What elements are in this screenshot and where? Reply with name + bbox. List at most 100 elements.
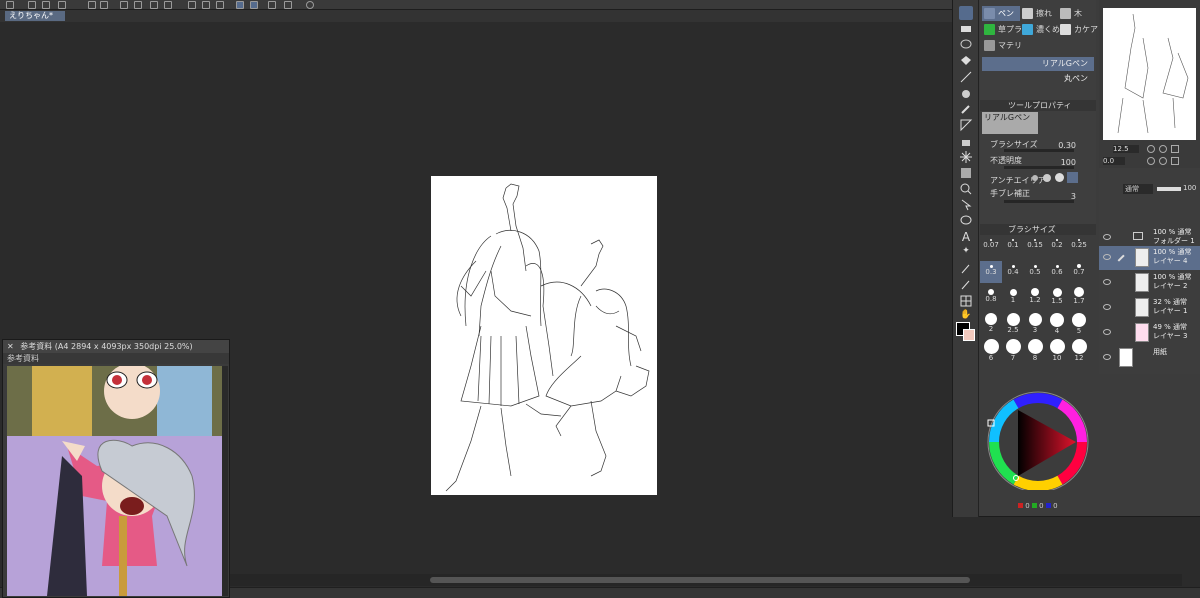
reference-scrollbar[interactable] xyxy=(222,366,228,596)
new-file-icon[interactable] xyxy=(28,1,36,9)
select-all-icon[interactable] xyxy=(202,1,210,9)
zoom-in-icon[interactable] xyxy=(1159,145,1167,153)
pen2-tool-icon[interactable] xyxy=(959,278,973,292)
snap-ruler-icon[interactable] xyxy=(236,1,244,9)
antialias-strong-icon[interactable] xyxy=(1067,172,1078,183)
brush-size-7[interactable]: 7 xyxy=(1002,339,1024,362)
canvas-horizontal-scrollbar[interactable] xyxy=(230,574,1182,586)
fill-tool-icon[interactable] xyxy=(959,54,973,68)
horizontal-scroll-thumb[interactable] xyxy=(430,577,970,583)
subtool-tab-scratch[interactable]: 擦れ xyxy=(1020,6,1058,21)
snap-grid-icon[interactable] xyxy=(268,1,276,9)
snap-special-icon[interactable] xyxy=(250,1,258,9)
layer-row-4[interactable]: 100 % 通常 レイヤー 4 xyxy=(1099,246,1200,270)
pen-tool-icon[interactable] xyxy=(959,6,973,20)
rotate-left-icon[interactable] xyxy=(1147,157,1155,165)
layer-row-paper[interactable]: 用紙 xyxy=(1099,346,1200,370)
layer-opacity-value[interactable]: 100 xyxy=(1183,184,1196,192)
eye-icon[interactable] xyxy=(1103,304,1111,310)
subtool-tab-pen[interactable]: ペン xyxy=(982,6,1020,21)
brush-size-1[interactable]: 1 xyxy=(1002,287,1024,309)
stabilization-slider[interactable] xyxy=(1004,200,1074,203)
ruler-tool-icon[interactable] xyxy=(959,118,973,132)
eraser-tool-icon[interactable] xyxy=(959,22,973,36)
eye-icon[interactable] xyxy=(1103,279,1111,285)
deselect-icon[interactable] xyxy=(188,1,196,9)
brush-size-8[interactable]: 8 xyxy=(1024,339,1046,362)
brush-size-01[interactable]: 0.1 xyxy=(1002,235,1024,257)
gradient-tool-icon[interactable] xyxy=(959,166,973,180)
eye-icon[interactable] xyxy=(1103,329,1111,335)
brush-size-07[interactable]: 0.7 xyxy=(1068,261,1090,283)
move-tool-icon[interactable] xyxy=(959,198,973,212)
brush-size-2[interactable]: 2 xyxy=(980,313,1002,335)
save-icon[interactable] xyxy=(58,1,66,9)
brush-size-007[interactable]: 0.07 xyxy=(980,235,1002,257)
antialias-mid-icon[interactable] xyxy=(1055,173,1064,182)
brush-size-05[interactable]: 0.5 xyxy=(1024,261,1046,283)
blend-mode-select[interactable]: 通常 xyxy=(1123,184,1153,194)
brush-size-12[interactable]: 1.2 xyxy=(1024,287,1046,309)
brush-size-5[interactable]: 5 xyxy=(1068,313,1090,335)
airbrush-tool-icon[interactable] xyxy=(959,134,973,148)
invert-icon[interactable] xyxy=(216,1,224,9)
brush-size-3[interactable]: 3 xyxy=(1024,313,1046,335)
brush-size-15[interactable]: 1.5 xyxy=(1046,287,1068,309)
rotate-right-icon[interactable] xyxy=(1159,157,1167,165)
layer-row-3[interactable]: 49 % 通常 レイヤー 3 xyxy=(1099,321,1200,345)
lasso-tool-icon[interactable] xyxy=(959,38,973,52)
zoom-tool-icon[interactable] xyxy=(959,182,973,196)
brush-size-025[interactable]: 0.25 xyxy=(1068,235,1090,257)
zoom-out-icon[interactable] xyxy=(1147,145,1155,153)
clear-icon[interactable] xyxy=(134,1,142,9)
opacity-slider[interactable] xyxy=(1004,166,1074,169)
antialias-none-icon[interactable] xyxy=(1032,175,1038,181)
open-file-icon[interactable] xyxy=(42,1,50,9)
close-icon[interactable]: ✕ xyxy=(7,342,14,351)
navigator-thumbnail[interactable] xyxy=(1103,8,1196,140)
reference-window-title[interactable]: ✕ 参考資料 (A4 2894 x 4093px 350dpi 25.0%) xyxy=(3,340,229,353)
brush-item[interactable]: 丸ペン xyxy=(982,72,1094,86)
line-tool-icon[interactable] xyxy=(959,70,973,84)
frame-tool-icon[interactable] xyxy=(959,294,973,308)
eye-icon[interactable] xyxy=(1103,254,1111,260)
brush-size-4[interactable]: 4 xyxy=(1046,313,1068,335)
subtool-tab-hatch[interactable]: カケア xyxy=(1058,22,1098,37)
eye-icon[interactable] xyxy=(1103,354,1111,360)
sparkle-tool-icon[interactable] xyxy=(959,150,973,164)
brush-item-selected[interactable]: リアルGペン xyxy=(982,57,1094,71)
brush-size-02[interactable]: 0.2 xyxy=(1046,235,1068,257)
brush-size-08[interactable]: 0.8 xyxy=(980,287,1002,309)
zoom-value[interactable]: 12.5 xyxy=(1113,145,1139,153)
reference-tab[interactable]: 参考資料 xyxy=(3,353,229,364)
layer-row-1[interactable]: 32 % 通常 レイヤー 1 xyxy=(1099,296,1200,320)
fill-icon[interactable] xyxy=(150,1,158,9)
fit-icon[interactable] xyxy=(1171,145,1179,153)
redo-icon[interactable] xyxy=(100,1,108,9)
undo-icon[interactable] xyxy=(88,1,96,9)
subtool-tab-wood[interactable]: 木 xyxy=(1058,6,1094,21)
correct-line-tool-icon[interactable] xyxy=(959,262,973,276)
brush-size-17[interactable]: 1.7 xyxy=(1068,287,1090,309)
camera-icon[interactable] xyxy=(6,1,14,9)
brush-size-015[interactable]: 0.15 xyxy=(1024,235,1046,257)
busy-icon[interactable] xyxy=(120,1,128,9)
layer-opacity-slider[interactable] xyxy=(1157,187,1181,191)
text-tool-icon[interactable]: A xyxy=(959,230,973,244)
rotation-value[interactable]: 0.0 xyxy=(1103,157,1125,165)
flip-icon[interactable] xyxy=(1171,157,1179,165)
subtool-tab-material[interactable]: マテリ xyxy=(982,38,1022,53)
background-color-swatch[interactable] xyxy=(963,329,975,341)
brush-size-12b[interactable]: 12 xyxy=(1068,339,1090,362)
subtool-tab-grass[interactable]: 草プラ xyxy=(982,22,1022,37)
subtool-tab-thick[interactable]: 濃くめ xyxy=(1020,22,1060,37)
help-icon[interactable] xyxy=(306,1,314,9)
antialias-options[interactable] xyxy=(1030,172,1078,184)
layer-row-2[interactable]: 100 % 通常 レイヤー 2 xyxy=(1099,271,1200,295)
brush-size-10[interactable]: 10 xyxy=(1046,339,1068,362)
brush-size-6[interactable]: 6 xyxy=(980,339,1002,362)
transform-icon[interactable] xyxy=(164,1,172,9)
tablet-icon[interactable] xyxy=(284,1,292,9)
antialias-weak-icon[interactable] xyxy=(1043,174,1051,182)
blend-tool-icon[interactable] xyxy=(959,86,973,100)
